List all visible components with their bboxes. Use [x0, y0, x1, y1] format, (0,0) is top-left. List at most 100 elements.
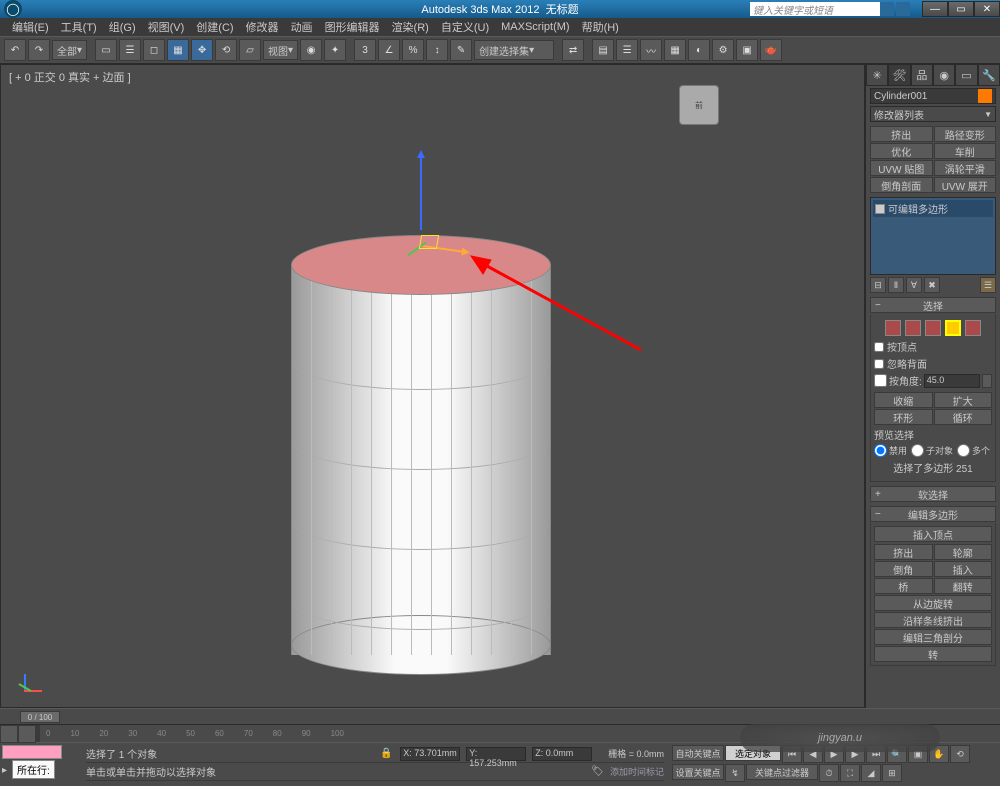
key-filter-selected[interactable]: 选定对象 [725, 745, 781, 761]
poly-inset-button[interactable]: 插入 [934, 561, 993, 577]
menu-rendering[interactable]: 渲染(R) [386, 19, 435, 35]
menu-help[interactable]: 帮助(H) [576, 19, 625, 35]
lock-selection-icon[interactable]: 🔒 [379, 747, 393, 761]
loop-button[interactable]: 循环 [934, 409, 993, 425]
menu-modifiers[interactable]: 修改器 [240, 19, 285, 35]
rollout-editpoly[interactable]: 编辑多边形 [870, 506, 996, 522]
hinge-from-edge-button[interactable]: 从边旋转 [874, 595, 992, 611]
infocenter-icon[interactable] [880, 2, 894, 16]
goto-start-icon[interactable]: ⏮ [782, 745, 802, 763]
manipulate-icon[interactable]: ✦ [324, 39, 346, 61]
create-tab-icon[interactable]: ✳ [866, 64, 888, 86]
pivot-icon[interactable]: ◉ [300, 39, 322, 61]
select-icon[interactable]: ▭ [95, 39, 117, 61]
menu-maxscript[interactable]: MAXScript(M) [495, 21, 575, 33]
utilities-tab-icon[interactable]: 🔧 [978, 64, 1000, 86]
nav-zoomall-icon[interactable]: ▣ [908, 745, 928, 763]
configure-sets-icon[interactable]: ☰ [980, 277, 996, 293]
prev-frame-icon[interactable]: ◀ [803, 745, 823, 763]
coord-z-field[interactable]: Z: 0.0mm [532, 747, 592, 761]
stack-toggle-icon[interactable] [875, 204, 885, 214]
mod-btn-uvwmap[interactable]: UVW 贴图 [870, 160, 933, 176]
menu-views[interactable]: 视图(V) [142, 19, 191, 35]
undo-icon[interactable]: ↶ [4, 39, 26, 61]
poly-outline-button[interactable]: 轮廓 [934, 544, 993, 560]
make-unique-icon[interactable]: ∀ [906, 277, 922, 293]
poly-extrude-button[interactable]: 挤出 [874, 544, 933, 560]
extrude-along-spline-button[interactable]: 沿样条线挤出 [874, 612, 992, 628]
coord-y-field[interactable]: Y: 157.253mm [466, 747, 526, 761]
maximize-button[interactable]: ▭ [948, 1, 974, 17]
window-crossing-icon[interactable]: ▦ [167, 39, 189, 61]
select-name-icon[interactable]: ☰ [119, 39, 141, 61]
menu-create[interactable]: 创建(C) [190, 19, 239, 35]
align-icon[interactable]: ▤ [592, 39, 614, 61]
help-search-input[interactable]: 键入关键字或短语 [750, 2, 880, 16]
subobj-polygon-icon[interactable] [945, 320, 961, 336]
object-color-swatch[interactable] [978, 89, 992, 103]
edit-tri-button[interactable]: 编辑三角剖分 [874, 629, 992, 645]
nav-zoomext-icon[interactable]: ⛶ [840, 764, 860, 782]
select-scale-icon[interactable]: ▱ [239, 39, 261, 61]
angle-spinner[interactable]: 45.0 [924, 374, 980, 388]
show-end-result-icon[interactable]: Ⅱ [888, 277, 904, 293]
mod-btn-optimize[interactable]: 优化 [870, 143, 933, 159]
schematic-icon[interactable]: ▦ [664, 39, 686, 61]
menu-tools[interactable]: 工具(T) [55, 19, 103, 35]
time-slider-handle[interactable]: 0 / 100 [20, 711, 60, 723]
by-angle-checkbox[interactable] [874, 374, 887, 387]
move-gizmo-icon[interactable] [406, 230, 436, 260]
key-filters-button[interactable]: 关键点过滤器 [746, 764, 818, 780]
nav-fov-icon[interactable]: ◢ [861, 764, 881, 782]
display-tab-icon[interactable]: ▭ [955, 64, 977, 86]
ignore-backface-checkbox[interactable] [874, 359, 884, 369]
render-setup-icon[interactable]: ⚙ [712, 39, 734, 61]
add-time-tag[interactable]: 添加时间标记 [610, 765, 664, 778]
shrink-button[interactable]: 收缩 [874, 392, 933, 408]
time-config-icon[interactable]: ⏱ [819, 764, 839, 782]
mod-btn-extrude[interactable]: 挤出 [870, 126, 933, 142]
rollout-selection[interactable]: 选择 [870, 297, 996, 313]
menu-grapheditors[interactable]: 图形编辑器 [319, 19, 386, 35]
goto-end-icon[interactable]: ⏭ [866, 745, 886, 763]
poly-bridge-button[interactable]: 桥 [874, 578, 933, 594]
select-move-icon[interactable]: ✥ [191, 39, 213, 61]
viewport[interactable]: [ + 0 正交 0 真实 + 边面 ] 前 [0, 64, 865, 708]
percent-snap-icon[interactable]: % [402, 39, 424, 61]
close-button[interactable]: ✕ [974, 1, 1000, 17]
subobj-vertex-icon[interactable] [885, 320, 901, 336]
by-vertex-checkbox[interactable] [874, 342, 884, 352]
modify-tab-icon[interactable]: 🛠 [888, 64, 910, 86]
pin-stack-icon[interactable]: ⊟ [870, 277, 886, 293]
preview-off-radio[interactable] [874, 444, 887, 457]
nav-orbit-icon[interactable]: ⟲ [950, 745, 970, 763]
rollout-softselection[interactable]: 软选择 [870, 486, 996, 502]
viewcube-icon[interactable]: 前 [679, 85, 719, 125]
track-bar[interactable]: 010 2030 4050 6070 8090 100 [0, 724, 1000, 742]
script-mini-listener[interactable] [2, 745, 62, 759]
play-icon[interactable]: ▶ [824, 745, 844, 763]
auto-key-button[interactable]: 自动关键点 [672, 745, 724, 761]
grow-button[interactable]: 扩大 [934, 392, 993, 408]
app-logo-icon[interactable]: ◯ [4, 0, 22, 18]
redo-icon[interactable]: ↷ [28, 39, 50, 61]
mod-btn-uvwunwrap[interactable]: UVW 展开 [934, 177, 997, 193]
modifier-list-dropdown[interactable]: 修改器列表 [870, 106, 996, 122]
time-slider[interactable]: 0 / 100 [0, 708, 1000, 724]
snap-toggle-icon[interactable]: 3 [354, 39, 376, 61]
trackbar-mini-icon[interactable] [18, 725, 36, 743]
spinner-snap-icon[interactable]: ↕ [426, 39, 448, 61]
nav-maximize-icon[interactable]: ⊞ [882, 764, 902, 782]
remove-mod-icon[interactable]: ✖ [924, 277, 940, 293]
track-ruler[interactable]: 010 2030 4050 6070 8090 100 [40, 725, 1000, 742]
select-region-icon[interactable]: ◻ [143, 39, 165, 61]
material-editor-icon[interactable]: ◐ [688, 39, 710, 61]
mirror-icon[interactable]: ⇄ [562, 39, 584, 61]
next-frame-icon[interactable]: ▶ [845, 745, 865, 763]
mod-btn-turbosmooth[interactable]: 涡轮平滑 [934, 160, 997, 176]
viewport-label[interactable]: [ + 0 正交 0 真实 + 边面 ] [9, 69, 131, 85]
hierarchy-tab-icon[interactable]: 品 [911, 64, 933, 86]
angle-spinner-updown[interactable] [982, 374, 992, 388]
select-rotate-icon[interactable]: ⟲ [215, 39, 237, 61]
subobj-border-icon[interactable] [925, 320, 941, 336]
